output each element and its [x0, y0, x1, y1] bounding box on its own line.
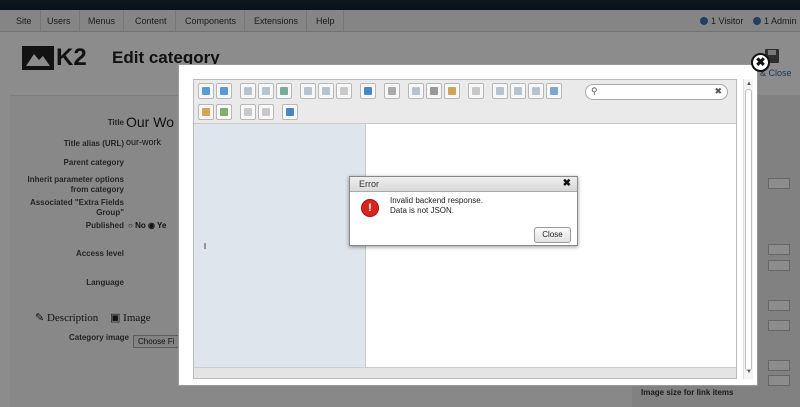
file-manager-toolbar: ⚲ ✖ [194, 80, 736, 124]
resize-grip[interactable] [204, 243, 206, 249]
scroll-up-icon[interactable]: ▲ [746, 81, 752, 87]
duplicate-icon[interactable] [492, 83, 508, 99]
error-message-line2: Data is not JSON. [390, 206, 455, 215]
up-folder-icon[interactable] [240, 83, 256, 99]
archive-icon[interactable] [216, 104, 232, 120]
paste-icon[interactable] [444, 83, 460, 99]
clear-search-icon[interactable]: ✖ [714, 86, 722, 97]
list-view-icon[interactable] [258, 104, 274, 120]
error-dialog-title: Error [359, 179, 379, 189]
get-file-icon[interactable] [336, 83, 352, 99]
icons-view-icon[interactable] [240, 104, 256, 120]
forward-icon[interactable] [216, 83, 232, 99]
folder-tree-pane[interactable] [194, 124, 366, 367]
resize-icon[interactable] [546, 83, 562, 99]
home-icon[interactable] [276, 83, 292, 99]
modal-scrollbar[interactable]: ▲ ▼ [743, 79, 753, 379]
copy-icon[interactable] [408, 83, 424, 99]
file-manager-statusbar [194, 367, 736, 378]
rename-icon[interactable] [510, 83, 526, 99]
error-dialog-close-icon[interactable]: ✖ [563, 178, 571, 189]
scroll-thumb[interactable] [745, 89, 752, 371]
help-icon[interactable] [282, 104, 298, 120]
delete-icon[interactable] [468, 83, 484, 99]
error-message-line1: Invalid backend response. [390, 196, 483, 205]
error-dialog: Error ✖ ! Invalid backend response. Data… [349, 176, 578, 246]
extract-icon[interactable] [198, 104, 214, 120]
info-icon[interactable] [360, 83, 376, 99]
file-search-input[interactable]: ⚲ ✖ [585, 84, 728, 100]
cut-icon[interactable] [426, 83, 442, 99]
error-icon: ! [361, 199, 379, 217]
open-icon[interactable] [300, 83, 316, 99]
quicklook-icon[interactable] [384, 83, 400, 99]
search-icon: ⚲ [591, 86, 598, 96]
back-icon[interactable] [198, 83, 214, 99]
scroll-down-icon[interactable]: ▼ [746, 369, 752, 375]
modal-close-button[interactable]: ✖ [751, 53, 770, 72]
error-dialog-header: Error ✖ [350, 177, 577, 192]
reload-icon[interactable] [258, 83, 274, 99]
edit-icon[interactable] [528, 83, 544, 99]
download-icon[interactable] [318, 83, 334, 99]
error-close-button[interactable]: Close [534, 227, 571, 243]
